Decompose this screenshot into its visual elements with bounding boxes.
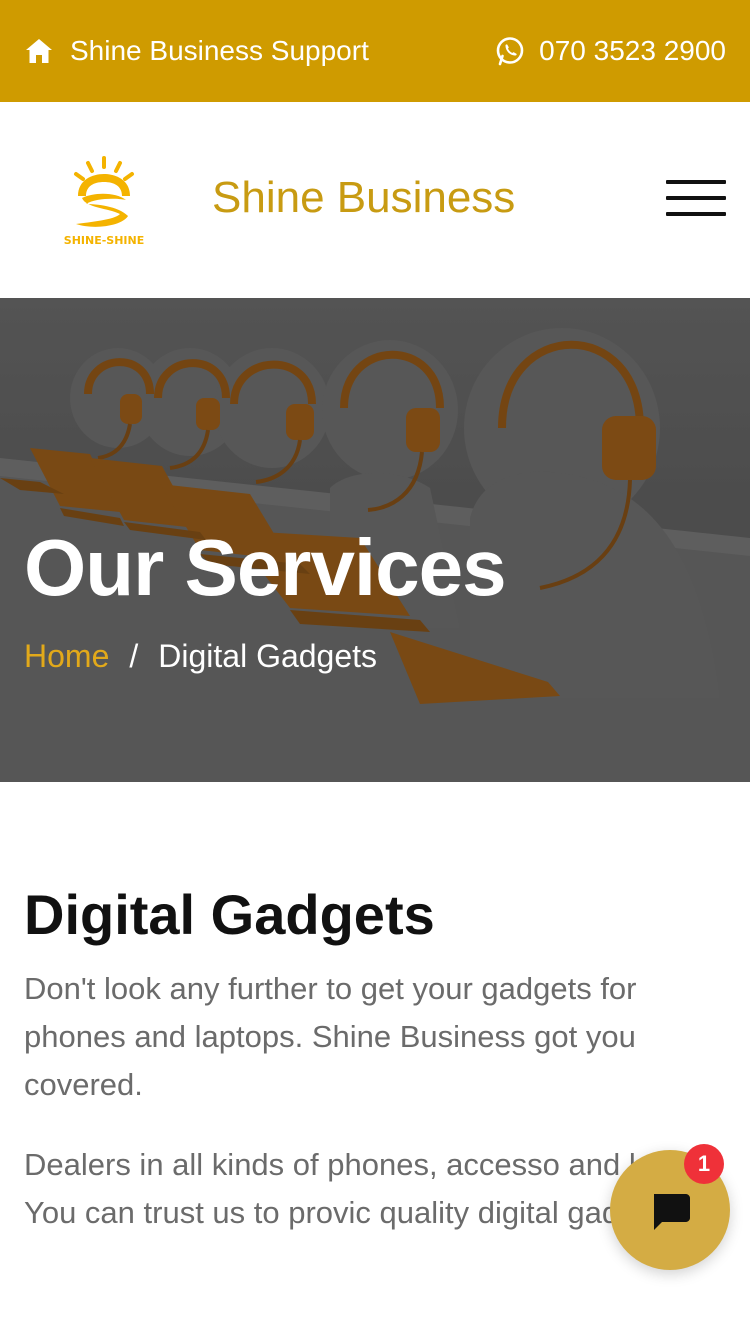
paragraph-intro: Don't look any further to get your gadge… (24, 971, 637, 1102)
site-header: SHINE-SHINE Shine Business (0, 102, 750, 298)
support-link[interactable]: Shine Business Support (24, 30, 369, 72)
notification-badge: 1 (684, 1144, 724, 1184)
svg-text:SHINE-SHINE: SHINE-SHINE (64, 234, 144, 247)
brand-name[interactable]: Shine Business (212, 170, 515, 226)
brand-logo[interactable]: SHINE-SHINE (64, 154, 144, 250)
page-title: Our Services (24, 523, 507, 612)
breadcrumb-current: Digital Gadgets (158, 638, 378, 674)
phone-number: 070 3523 2900 (539, 35, 726, 66)
breadcrumb: Home / Digital Gadgets (24, 634, 377, 678)
breadcrumb-separator: / (129, 638, 139, 674)
home-icon (24, 36, 54, 66)
hero-banner: Our Services Home / Digital Gadgets (0, 298, 750, 782)
support-label: Shine Business Support (70, 35, 369, 66)
phone-link[interactable]: 070 3523 2900 (495, 30, 726, 72)
breadcrumb-home-link[interactable]: Home (24, 634, 109, 678)
chat-icon (654, 1194, 690, 1230)
section-title: Digital Gadgets (24, 883, 435, 946)
whatsapp-icon (495, 36, 525, 66)
hamburger-menu-icon[interactable] (662, 176, 726, 220)
top-bar: Shine Business Support 070 3523 2900 (0, 0, 750, 102)
